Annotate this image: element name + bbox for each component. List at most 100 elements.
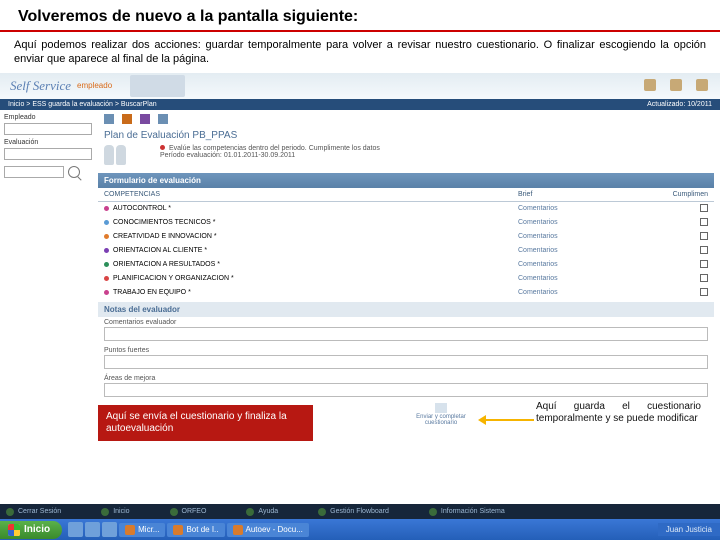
input-puntos[interactable] [104, 355, 708, 369]
competency-name: AUTOCONTROL * [113, 205, 518, 212]
competency-name: CREATIVIDAD E INNOVACION * [113, 233, 518, 240]
footer-link[interactable]: Cerrar Sesión [6, 508, 61, 516]
evaluation-input[interactable] [4, 148, 92, 160]
competency-name: ORIENTACION AL CLIENTE * [113, 247, 518, 254]
save-icon [435, 403, 447, 413]
arrow-icon [478, 415, 534, 425]
toolbar-icon-4[interactable] [158, 114, 168, 124]
competency-name: TRABAJO EN EQUIPO * [113, 289, 518, 296]
input-comentarios[interactable] [104, 327, 708, 341]
bullet-icon [104, 262, 109, 267]
banner-user-icon[interactable] [644, 79, 656, 91]
banner-help-icon[interactable] [696, 79, 708, 91]
bullet-icon [104, 234, 109, 239]
competency-brief-link[interactable]: Comentarios [518, 219, 658, 226]
competency-checkbox[interactable] [700, 288, 708, 296]
footer-dot-icon [318, 508, 326, 516]
taskbar-task[interactable]: Autoev - Docu... [227, 523, 309, 537]
app-logo-subtitle: empleado [77, 81, 112, 90]
competency-brief-link[interactable]: Comentarios [518, 289, 658, 296]
sidebar-label-evaluation: Evaluación [4, 139, 94, 146]
banner-icon-group [644, 79, 708, 91]
footer-link[interactable]: Ayuda [246, 508, 278, 516]
toolbar-icon-3[interactable] [140, 114, 150, 124]
employee-input[interactable] [4, 123, 92, 135]
system-tray[interactable]: Juan Justicia [658, 523, 720, 536]
competency-name: CONOCIMIENTOS TECNICOS * [113, 219, 518, 226]
input-areas[interactable] [104, 383, 708, 397]
toolbar [98, 112, 714, 128]
sidebar-label-employee: Empleado [4, 114, 94, 121]
competency-brief-link[interactable]: Comentarios [518, 247, 658, 254]
quicklaunch-icon-1[interactable] [68, 522, 83, 537]
competency-row[interactable]: ORIENTACION A RESULTADOS *Comentarios [98, 258, 714, 272]
footer-link[interactable]: Inicio [101, 508, 129, 516]
breadcrumb-path[interactable]: Inicio > ESS guarda la evaluación > Busc… [8, 101, 157, 108]
competency-checkbox[interactable] [700, 260, 708, 268]
task-app-icon [173, 525, 183, 535]
competency-row[interactable]: CONOCIMIENTOS TECNICOS *Comentarios [98, 216, 714, 230]
competency-checkbox[interactable] [700, 246, 708, 254]
slide-intro: Aquí podemos realizar dos acciones: guar… [0, 32, 720, 73]
people-illustration [104, 145, 130, 167]
app-logo: Self Service [10, 78, 71, 94]
bullet-icon [104, 290, 109, 295]
task-app-icon [125, 525, 135, 535]
taskbar-task[interactable]: Micr... [119, 523, 165, 537]
competency-row[interactable]: AUTOCONTROL *Comentarios [98, 202, 714, 216]
footer-dot-icon [246, 508, 254, 516]
footer-link[interactable]: Información Sistema [429, 508, 505, 516]
competency-brief-link[interactable]: Comentarios [518, 233, 658, 240]
label-comentarios: Comentarios evaluador [104, 319, 708, 326]
competency-row[interactable]: CREATIVIDAD E INNOVACION *Comentarios [98, 230, 714, 244]
toolbar-icon-2[interactable] [122, 114, 132, 124]
section-form-header: Formulario de evaluación [98, 173, 714, 188]
quicklaunch-icon-3[interactable] [102, 522, 117, 537]
competency-table-header: COMPETENCIAS Brief Cumplimen [98, 188, 714, 202]
main-panel: Plan de Evaluación PB_PPAS Evalúe las co… [98, 110, 720, 401]
bullet-icon [104, 248, 109, 253]
bullet-icon [104, 276, 109, 281]
competency-name: PLANIFICACION Y ORGANIZACION * [113, 275, 518, 282]
bullet-icon [104, 206, 109, 211]
label-puntos: Puntos fuertes [104, 347, 708, 354]
competency-checkbox[interactable] [700, 274, 708, 282]
callout-save: Aquí guarda el cuestionario temporalment… [536, 401, 701, 426]
competency-row[interactable]: TRABAJO EN EQUIPO *Comentarios [98, 286, 714, 300]
tray-user: Juan Justicia [666, 525, 712, 534]
competency-checkbox[interactable] [700, 232, 708, 240]
banner-tools-icon[interactable] [670, 79, 682, 91]
app-banner: Self Service empleado [0, 73, 720, 99]
toolbar-icon-1[interactable] [104, 114, 114, 124]
app-footer: Cerrar Sesión Inicio ORFEO Ayuda Gestión Flo… [0, 504, 720, 519]
competency-name: ORIENTACION A RESULTADOS * [113, 261, 518, 268]
footer-dot-icon [6, 508, 14, 516]
competency-brief-link[interactable]: Comentarios [518, 205, 658, 212]
meta-line-1: Evalúe las competencias dentro del perio… [160, 145, 380, 152]
competency-brief-link[interactable]: Comentarios [518, 261, 658, 268]
th-criteria: Cumplimen [658, 191, 708, 198]
action-save-temp[interactable]: Enviar y completar cuestionario [415, 403, 467, 426]
footer-dot-icon [429, 508, 437, 516]
footer-link[interactable]: ORFEO [170, 508, 207, 516]
breadcrumb-updated: Actualizado: 10/2011 [647, 101, 712, 108]
task-app-icon [233, 525, 243, 535]
footer-link[interactable]: Gestión Flowboard [318, 508, 389, 516]
bullet-icon [104, 220, 109, 225]
start-button[interactable]: Inicio [0, 521, 62, 539]
competency-checkbox[interactable] [700, 204, 708, 212]
taskbar-task[interactable]: Bot de I.. [167, 523, 224, 537]
slide-title: Volveremos de nuevo a la pantalla siguie… [0, 0, 720, 32]
competency-row[interactable]: ORIENTACION AL CLIENTE *Comentarios [98, 244, 714, 258]
competency-brief-link[interactable]: Comentarios [518, 275, 658, 282]
meta-line-2: Período evaluación: 01.01.2011-30.09.201… [160, 152, 380, 159]
th-brief: Brief [518, 191, 658, 198]
search-icon[interactable] [68, 166, 80, 178]
search-input[interactable] [4, 166, 64, 178]
quicklaunch-icon-2[interactable] [85, 522, 100, 537]
callout-send: Aquí se envía el cuestionario y finaliza… [98, 405, 313, 441]
competency-checkbox[interactable] [700, 218, 708, 226]
competency-row[interactable]: PLANIFICACION Y ORGANIZACION *Comentario… [98, 272, 714, 286]
breadcrumb-bar: Inicio > ESS guarda la evaluación > Busc… [0, 99, 720, 110]
plan-title: Plan de Evaluación PB_PPAS [104, 130, 237, 141]
